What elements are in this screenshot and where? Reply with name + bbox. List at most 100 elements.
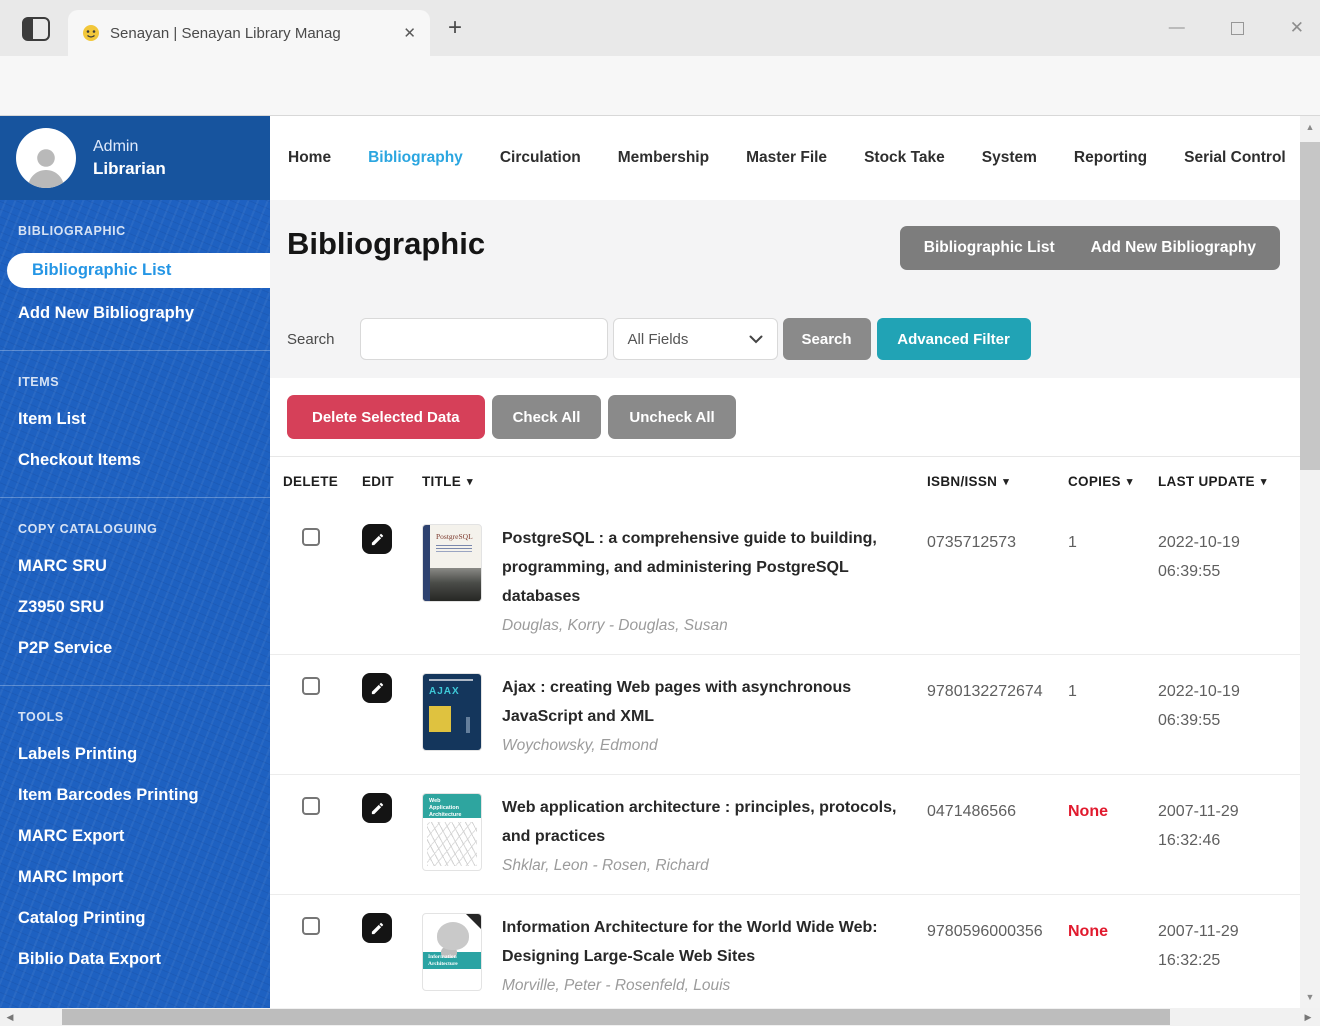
- horizontal-scrollbar[interactable]: ◀ ▶: [0, 1008, 1320, 1026]
- sidebar-user-panel: Admin Librarian: [0, 116, 270, 200]
- scroll-right-icon[interactable]: ▶: [1298, 1012, 1318, 1023]
- edit-button[interactable]: [362, 524, 392, 554]
- last-update-value: 2007-11-2916:32:46: [1158, 789, 1280, 855]
- sort-caret-icon: ▾: [1261, 475, 1267, 488]
- isbn-value: 9780132272674: [927, 669, 1068, 706]
- col-delete: DELETE: [283, 474, 362, 489]
- delete-selected-button[interactable]: Delete Selected Data: [287, 395, 485, 439]
- maximize-button[interactable]: [1231, 22, 1244, 35]
- search-input[interactable]: [360, 318, 608, 360]
- chevron-down-icon: [749, 335, 763, 344]
- close-window-button[interactable]: ✕: [1290, 18, 1304, 38]
- nav-system[interactable]: System: [982, 149, 1037, 167]
- check-all-button[interactable]: Check All: [492, 395, 602, 439]
- scroll-up-icon[interactable]: ▲: [1300, 122, 1320, 132]
- last-update-value: 2007-11-2916:32:25: [1158, 909, 1280, 975]
- page-title: Bibliographic: [287, 226, 485, 262]
- book-cover: AJAX: [422, 673, 482, 751]
- last-update-value: 2022-10-1906:39:55: [1158, 520, 1280, 586]
- advanced-filter-button[interactable]: Advanced Filter: [877, 318, 1031, 360]
- sidebar-item-biblio-data-export[interactable]: Biblio Data Export: [0, 939, 270, 980]
- browser-window: Senayan | Senayan Library Manag ✕ + — ✕ …: [0, 0, 1320, 1026]
- browser-titlebar: Senayan | Senayan Library Manag ✕ + — ✕: [0, 0, 1320, 56]
- vertical-scrollbar[interactable]: ▲ ▼: [1300, 116, 1320, 1008]
- table-row: Web Application Architecture Web applica…: [270, 774, 1300, 894]
- sidebar-item-checkout-items[interactable]: Checkout Items: [0, 440, 270, 481]
- search-button[interactable]: Search: [783, 318, 871, 360]
- bibliographic-list-button[interactable]: Bibliographic List: [924, 239, 1055, 257]
- col-last-update-sort[interactable]: LAST UPDATE▾: [1158, 474, 1280, 489]
- nav-reporting[interactable]: Reporting: [1074, 149, 1147, 167]
- sidebar-item-marc-export[interactable]: MARC Export: [0, 816, 270, 857]
- vertical-tabs-icon[interactable]: [22, 17, 50, 41]
- tab-close-icon[interactable]: ✕: [403, 24, 416, 42]
- pencil-icon: [370, 921, 385, 936]
- page-viewport: Admin Librarian BIBLIOGRAPHIC Bibliograp…: [0, 116, 1320, 1008]
- sidebar-item-z3950-sru[interactable]: Z3950 SRU: [0, 587, 270, 628]
- sidebar: Admin Librarian BIBLIOGRAPHIC Bibliograp…: [0, 116, 270, 1008]
- row-checkbox[interactable]: [302, 797, 320, 815]
- row-checkbox[interactable]: [302, 528, 320, 546]
- col-edit: EDIT: [362, 474, 422, 489]
- nav-stock-take[interactable]: Stock Take: [864, 149, 945, 167]
- sort-caret-icon: ▾: [1127, 475, 1133, 488]
- copies-value: None: [1068, 909, 1158, 946]
- sidebar-item-marc-import[interactable]: MARC Import: [0, 857, 270, 898]
- sidebar-item-add-new-bibliography[interactable]: Add New Bibliography: [0, 293, 270, 334]
- sidebar-section-bibliographic: BIBLIOGRAPHIC Bibliographic List Add New…: [0, 200, 270, 351]
- sidebar-section-copy-cataloguing: COPY CATALOGUING MARC SRU Z3950 SRU P2P …: [0, 498, 270, 686]
- copies-value: 1: [1068, 669, 1158, 706]
- book-authors: Douglas, Korry - Douglas, Susan: [502, 611, 927, 640]
- row-checkbox[interactable]: [302, 677, 320, 695]
- book-authors: Shklar, Leon - Rosen, Richard: [502, 851, 927, 880]
- sidebar-item-item-barcodes-printing[interactable]: Item Barcodes Printing: [0, 775, 270, 816]
- isbn-value: 0735712573: [927, 520, 1068, 557]
- add-new-bibliography-button[interactable]: Add New Bibliography: [1091, 239, 1256, 257]
- page-header: Bibliographic Bibliographic List Add New…: [270, 200, 1300, 300]
- user-role: Librarian: [93, 158, 166, 180]
- nav-master-file[interactable]: Master File: [746, 149, 827, 167]
- table-row: AJAX Ajax : creating Web pages with asyn…: [270, 654, 1300, 774]
- section-label: ITEMS: [0, 363, 270, 399]
- new-tab-button[interactable]: +: [440, 14, 470, 42]
- sidebar-item-labels-printing[interactable]: Labels Printing: [0, 734, 270, 775]
- section-label: COPY CATALOGUING: [0, 510, 270, 546]
- sidebar-item-catalog-printing[interactable]: Catalog Printing: [0, 898, 270, 939]
- minimize-button[interactable]: —: [1169, 19, 1185, 37]
- browser-tab[interactable]: Senayan | Senayan Library Manag ✕: [68, 10, 430, 56]
- book-title: Web application architecture : principle…: [502, 789, 904, 851]
- pencil-icon: [370, 801, 385, 816]
- bulk-actions: Delete Selected Data Check All Uncheck A…: [270, 378, 1300, 456]
- sidebar-item-p2p-service[interactable]: P2P Service: [0, 628, 270, 669]
- col-title-sort[interactable]: TITLE▾: [422, 474, 927, 489]
- sort-caret-icon: ▾: [1003, 475, 1009, 488]
- edit-button[interactable]: [362, 913, 392, 943]
- col-isbn-sort[interactable]: ISBN/ISSN▾: [927, 474, 1068, 489]
- sidebar-item-item-list[interactable]: Item List: [0, 399, 270, 440]
- scroll-left-icon[interactable]: ◀: [0, 1012, 20, 1023]
- nav-membership[interactable]: Membership: [618, 149, 709, 167]
- book-authors: Woychowsky, Edmond: [502, 731, 927, 760]
- table-row: Information Architecture Information Arc…: [270, 894, 1300, 1008]
- search-field-select[interactable]: All Fields: [613, 318, 778, 360]
- horizontal-scrollbar-thumb[interactable]: [62, 1009, 1170, 1025]
- user-name: Admin: [93, 136, 166, 158]
- scroll-down-icon[interactable]: ▼: [1300, 992, 1320, 1002]
- sidebar-item-marc-sru[interactable]: MARC SRU: [0, 546, 270, 587]
- vertical-scrollbar-thumb[interactable]: [1300, 142, 1320, 470]
- uncheck-all-button[interactable]: Uncheck All: [608, 395, 735, 439]
- nav-home[interactable]: Home: [288, 149, 331, 167]
- nav-circulation[interactable]: Circulation: [500, 149, 581, 167]
- book-cover: Web Application Architecture: [422, 793, 482, 871]
- col-copies-sort[interactable]: COPIES▾: [1068, 474, 1158, 489]
- edit-button[interactable]: [362, 673, 392, 703]
- list-content: Delete Selected Data Check All Uncheck A…: [270, 378, 1300, 1008]
- sidebar-item-bibliographic-list[interactable]: Bibliographic List: [7, 253, 270, 288]
- tab-title: Senayan | Senayan Library Manag: [110, 25, 368, 42]
- book-title: Information Architecture for the World W…: [502, 909, 904, 971]
- edit-button[interactable]: [362, 793, 392, 823]
- nav-serial-control[interactable]: Serial Control: [1184, 149, 1286, 167]
- row-checkbox[interactable]: [302, 917, 320, 935]
- section-label: BIBLIOGRAPHIC: [0, 212, 270, 248]
- nav-bibliography[interactable]: Bibliography: [368, 149, 463, 167]
